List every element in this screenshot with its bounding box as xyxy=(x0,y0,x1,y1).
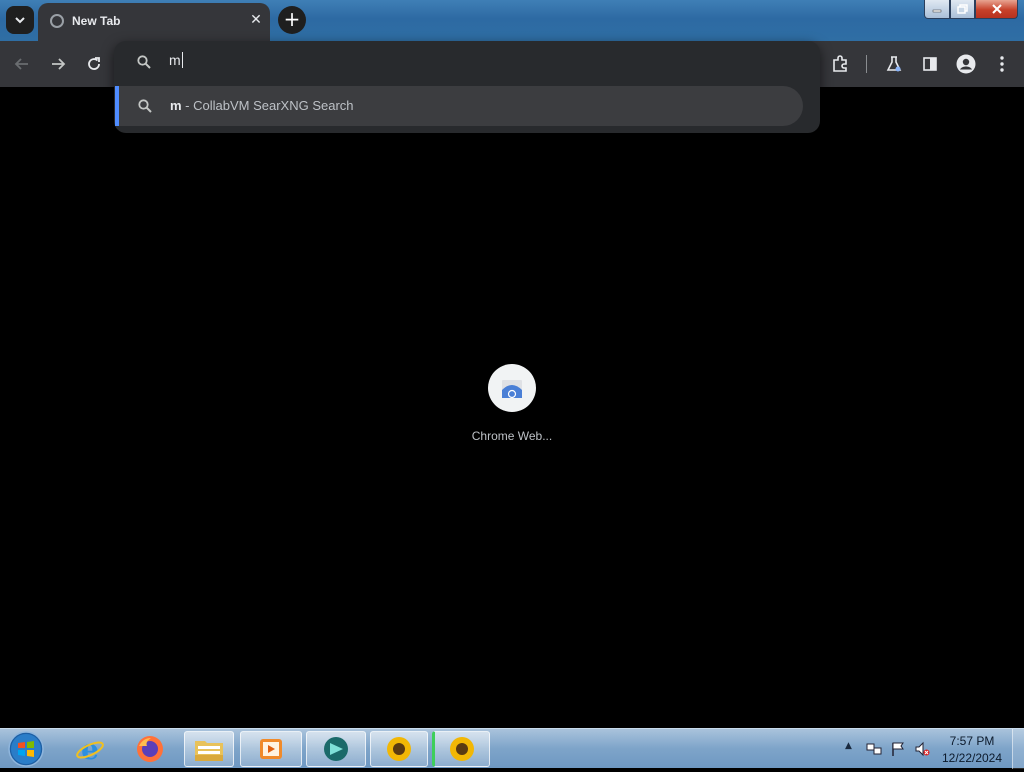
volume-muted-icon[interactable] xyxy=(914,741,930,757)
internet-explorer-app[interactable]: e xyxy=(62,731,118,767)
action-center-flag-icon[interactable] xyxy=(890,741,906,757)
chevron-down-icon xyxy=(15,17,25,24)
extensions-puzzle-icon[interactable] xyxy=(829,53,851,75)
search-icon xyxy=(137,55,151,69)
kebab-menu-icon[interactable] xyxy=(991,53,1013,75)
network-icon[interactable] xyxy=(866,741,882,757)
media-player-icon xyxy=(260,739,282,759)
show-desktop-button[interactable] xyxy=(1012,729,1024,769)
suggestion-text: m - CollabVM SearXNG Search xyxy=(170,98,354,113)
sunflower-icon xyxy=(387,737,411,761)
text-caret xyxy=(181,52,183,68)
restore-icon xyxy=(957,4,968,14)
file-explorer-icon xyxy=(195,741,223,761)
svg-text:e: e xyxy=(81,733,99,765)
restore-button[interactable] xyxy=(950,0,975,19)
sunflower-window-2[interactable] xyxy=(432,731,490,767)
start-button[interactable] xyxy=(6,730,46,768)
window-controls xyxy=(924,0,1018,19)
file-explorer-app[interactable] xyxy=(184,731,234,767)
suggestion-engine: - CollabVM SearXNG Search xyxy=(181,98,354,113)
tab-search-button[interactable] xyxy=(6,6,34,34)
close-tab-icon[interactable]: ✕ xyxy=(248,12,264,28)
address-bar-input[interactable]: m xyxy=(169,52,183,68)
address-bar-value: m xyxy=(169,52,181,68)
omnibox-popup: m m - CollabVM SearXNG Search xyxy=(114,41,820,133)
suggestion-query: m xyxy=(170,98,182,113)
firefox-icon xyxy=(137,736,163,762)
minimize-icon xyxy=(932,9,942,13)
chrome-web-store-icon xyxy=(502,380,522,399)
media-player-app[interactable] xyxy=(240,731,302,767)
firefox-app[interactable] xyxy=(122,731,178,767)
app-icon xyxy=(324,737,348,761)
close-icon xyxy=(991,4,1002,14)
shortcut-label: Chrome Web... xyxy=(471,429,553,443)
side-panel-icon[interactable] xyxy=(919,53,941,75)
sunflower-icon xyxy=(450,737,474,761)
shortcut-favicon xyxy=(488,364,536,412)
clock-date[interactable]: 12/22/2024 xyxy=(930,751,1014,765)
tab-title: New Tab xyxy=(72,14,121,28)
browser-window: New Tab ✕ + m m - CollabVM SearXNG Searc… xyxy=(0,0,1024,728)
new-tab-button[interactable]: + xyxy=(278,6,306,34)
reload-icon[interactable] xyxy=(83,53,105,75)
clock-time[interactable]: 7:57 PM xyxy=(930,734,1014,748)
search-icon xyxy=(138,99,152,113)
labs-flask-icon[interactable] xyxy=(883,53,905,75)
show-hidden-icons-arrow-icon[interactable]: ▲ xyxy=(845,741,852,751)
forward-arrow-icon[interactable] xyxy=(47,53,69,75)
windows-taskbar: e ▲ 7:57 PM 12/22/2024 xyxy=(0,728,1024,769)
app-window[interactable] xyxy=(306,731,366,767)
close-window-button[interactable] xyxy=(975,0,1018,19)
back-arrow-icon[interactable] xyxy=(11,53,33,75)
windows-start-orb-icon xyxy=(8,731,44,767)
omnibox-suggestion[interactable]: m - CollabVM SearXNG Search xyxy=(115,86,803,126)
toolbar-divider xyxy=(866,55,867,73)
profile-avatar-icon[interactable] xyxy=(955,53,977,75)
tab-strip: New Tab ✕ + xyxy=(0,0,1024,41)
chrome-favicon-icon xyxy=(50,14,64,28)
sunflower-window-1[interactable] xyxy=(370,731,428,767)
ntp-shortcut-tile[interactable]: Chrome Web... xyxy=(460,364,564,454)
minimize-button[interactable] xyxy=(924,0,950,19)
tab-new-tab[interactable]: New Tab ✕ xyxy=(38,3,270,41)
internet-explorer-icon: e xyxy=(76,733,104,765)
